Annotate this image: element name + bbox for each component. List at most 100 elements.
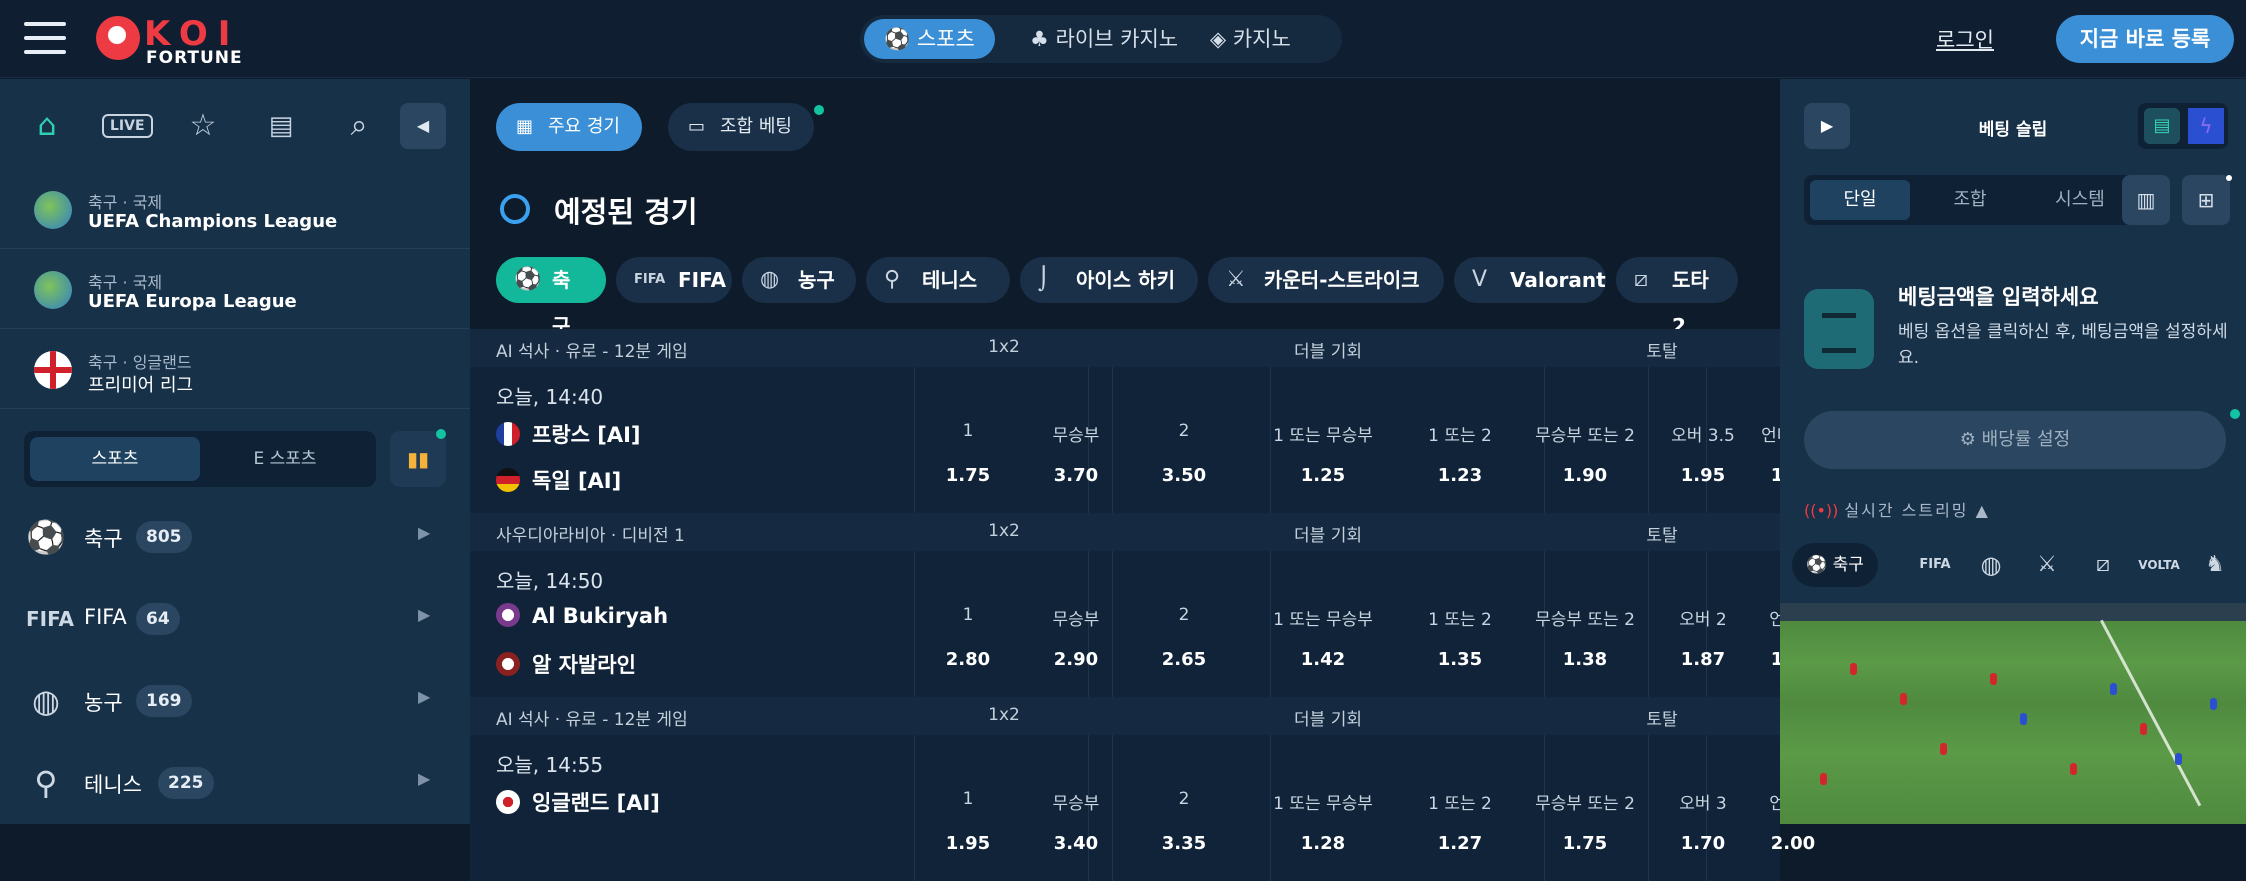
- live-stream-video[interactable]: [1780, 603, 2246, 824]
- player: [2110, 683, 2117, 695]
- team-name[interactable]: 잉글랜드 [AI]: [496, 787, 660, 817]
- basketball-icon[interactable]: ◍: [1966, 543, 2016, 587]
- live-sport-football[interactable]: ⚽ 축구: [1792, 543, 1878, 587]
- odds-label: 1: [962, 421, 974, 441]
- grid-icon: ▦: [516, 116, 534, 137]
- odds-value-button[interactable]: 3.50: [1130, 465, 1238, 486]
- chip-football[interactable]: ⚽ 축구: [496, 257, 606, 338]
- odds-value-button[interactable]: 2.00: [1748, 833, 1838, 854]
- sidebar-league-europa[interactable]: 축구 · 국제 UEFA Europa League: [0, 249, 470, 329]
- odds-value-button[interactable]: 1.70: [1658, 833, 1748, 854]
- odds-value-button[interactable]: 1.27: [1408, 833, 1512, 854]
- league-header: AI 석사 · 유로 - 12분 게임 1x2 더블 기회 토탈: [470, 697, 1780, 735]
- live-stream-text: 실시간 스트리밍: [1844, 501, 1969, 520]
- collapse-sidebar-button[interactable]: ◀: [400, 103, 446, 149]
- dota-icon[interactable]: ⧄: [2078, 543, 2128, 587]
- match-time: 오늘, 14:55: [496, 753, 604, 777]
- live-stream-label[interactable]: ((•)) 실시간 스트리밍 ▲: [1804, 497, 1990, 521]
- chip-icon: ◈: [1210, 27, 1233, 51]
- window-icon: ▭: [688, 116, 706, 137]
- odds-value-button[interactable]: 1.75: [914, 465, 1022, 486]
- odds-value-button[interactable]: 1.28: [1238, 833, 1408, 854]
- nav-sports[interactable]: ⚽ 스포츠: [864, 19, 995, 59]
- chip-valorant[interactable]: V Valorant: [1454, 257, 1606, 303]
- tab-esports[interactable]: E 스포츠: [200, 437, 370, 481]
- chip-ice-hockey[interactable]: ⌡ 아이스 하키: [1020, 257, 1198, 303]
- odds-value-button[interactable]: 2.65: [1130, 649, 1238, 670]
- sidebar-item-tennis[interactable]: ⚲ 테니스 225 ▶: [0, 743, 470, 823]
- receipt-icon[interactable]: ▤: [2144, 108, 2180, 144]
- odds-value-button[interactable]: 1.87: [1658, 649, 1748, 670]
- odds-value-button[interactable]: 1.35: [1408, 649, 1512, 670]
- book-icon[interactable]: ▥: [2122, 175, 2170, 225]
- document-icon[interactable]: ▤: [258, 103, 304, 149]
- tab-combo[interactable]: 조합: [1920, 180, 2020, 220]
- sidebar-item-fifa[interactable]: FIFA FIFA 64 ▶: [0, 579, 470, 659]
- team-name[interactable]: 알 자발라인: [496, 649, 636, 679]
- nav-casino[interactable]: ◈ 카지노: [1190, 19, 1311, 59]
- team-name[interactable]: 독일 [AI]: [496, 465, 621, 495]
- star-icon[interactable]: ☆: [180, 103, 226, 149]
- odds-value-button[interactable]: 3.70: [1022, 465, 1130, 486]
- chip-fifa[interactable]: FIFA FIFA: [616, 257, 732, 303]
- chip-dota2[interactable]: ⧄ 도타 2: [1616, 257, 1738, 338]
- odds-value-button[interactable]: 3.35: [1130, 833, 1238, 854]
- league-category: 축구 · 잉글랜드: [88, 353, 192, 372]
- sidebar-item-basketball[interactable]: ◍ 농구 169 ▶: [0, 661, 470, 741]
- table-row[interactable]: 오늘, 14:40 프랑스 [AI] 독일 [AI] 1 1.75 무승부 3.70 2 3.5…: [470, 367, 1825, 513]
- odds-value-button[interactable]: 1.90: [1512, 465, 1658, 486]
- volta-fifa-icon[interactable]: VOLTA: [2132, 543, 2186, 587]
- signup-button[interactable]: 지금 바로 등록: [2056, 15, 2234, 63]
- sidebar-league-premier[interactable]: 축구 · 잉글랜드 프리미어 리그: [0, 329, 470, 409]
- login-link[interactable]: 로그인: [1936, 24, 1994, 54]
- odds-value-button[interactable]: 1.75: [1512, 833, 1658, 854]
- home-icon[interactable]: ⌂: [24, 103, 70, 149]
- nav-casino-label: 카지노: [1232, 27, 1291, 51]
- team-flag-icon: [496, 652, 520, 676]
- horse-icon[interactable]: ♞: [2190, 543, 2240, 587]
- table-row[interactable]: 오늘, 14:50 Al Bukiryah 알 자발라인 1 2.80 무승부 2.90 2 2…: [470, 551, 1817, 697]
- odds-value-button[interactable]: 1.38: [1512, 649, 1658, 670]
- chip-tennis[interactable]: ⚲ 테니스: [866, 257, 1010, 303]
- market-group-header: 1x2: [988, 337, 1020, 357]
- odds-label: 무승부: [1052, 426, 1100, 446]
- chevron-right-icon: ▶: [418, 605, 431, 624]
- logo[interactable]: KOI FORTUNE: [96, 14, 276, 68]
- odds-value-button[interactable]: 2.80: [914, 649, 1022, 670]
- odds-value-button[interactable]: 1.95: [1658, 465, 1748, 486]
- chip-counter-strike[interactable]: ⚔ 카운터-스트라이크: [1208, 257, 1444, 303]
- soldier-icon[interactable]: ⚔: [2022, 543, 2072, 587]
- sidebar-league-champions[interactable]: 축구 · 국제 UEFA Champions League: [0, 169, 470, 249]
- tab-single[interactable]: 단일: [1810, 180, 1910, 220]
- hockey-stick-icon: ⌡: [1038, 267, 1050, 292]
- odds-value-button[interactable]: 1.23: [1408, 465, 1512, 486]
- chip-basketball[interactable]: ◍ 농구: [742, 257, 856, 303]
- table-row[interactable]: 오늘, 14:55 잉글랜드 [AI] 1 1.95 무승부 3.40 2 3.35 1 또는 …: [470, 735, 1817, 881]
- nav-live-casino[interactable]: ♣ 라이브 카지노: [1010, 19, 1198, 59]
- odds-value-button[interactable]: 2.90: [1022, 649, 1130, 670]
- odds-value-button[interactable]: 3.40: [1022, 833, 1130, 854]
- fifa-icon: FIFA: [26, 607, 74, 631]
- tab-system[interactable]: 시스템: [2030, 180, 2130, 220]
- team-name[interactable]: Al Bukiryah: [496, 603, 668, 628]
- valorant-icon: V: [1472, 267, 1488, 292]
- search-icon[interactable]: ⌕: [336, 103, 382, 149]
- menu-icon[interactable]: [24, 22, 66, 56]
- stats-button[interactable]: ▮▮: [390, 431, 446, 487]
- team-name[interactable]: 프랑스 [AI]: [496, 419, 641, 449]
- odds-settings-button[interactable]: ⚙ 배당률 설정: [1804, 411, 2226, 469]
- main-content: ▦ 주요 경기 ▭ 조합 베팅 예정된 경기 ⚽ 축구 FIFA FIFA ◍ 농구 ⚲ 테…: [470, 79, 1825, 881]
- lightning-icon[interactable]: ϟ: [2188, 108, 2224, 144]
- sidebar-item-football[interactable]: ⚽ 축구 805 ▶: [0, 497, 470, 577]
- odds-value-button[interactable]: 1.25: [1238, 465, 1408, 486]
- live-icon[interactable]: LIVE: [102, 103, 153, 149]
- odds-value-button[interactable]: 1.95: [914, 833, 1022, 854]
- basketball-icon: ◍: [760, 267, 780, 292]
- featured-matches-button[interactable]: ▦ 주요 경기: [496, 103, 642, 151]
- gift-icon[interactable]: ⊞: [2182, 175, 2230, 225]
- fifa-icon[interactable]: FIFA: [1910, 543, 1960, 587]
- combo-bet-button[interactable]: ▭ 조합 베팅: [668, 103, 814, 151]
- tab-sports[interactable]: 스포츠: [30, 437, 200, 481]
- odds-value-button[interactable]: 1.42: [1238, 649, 1408, 670]
- page-title: 예정된 경기: [554, 195, 698, 229]
